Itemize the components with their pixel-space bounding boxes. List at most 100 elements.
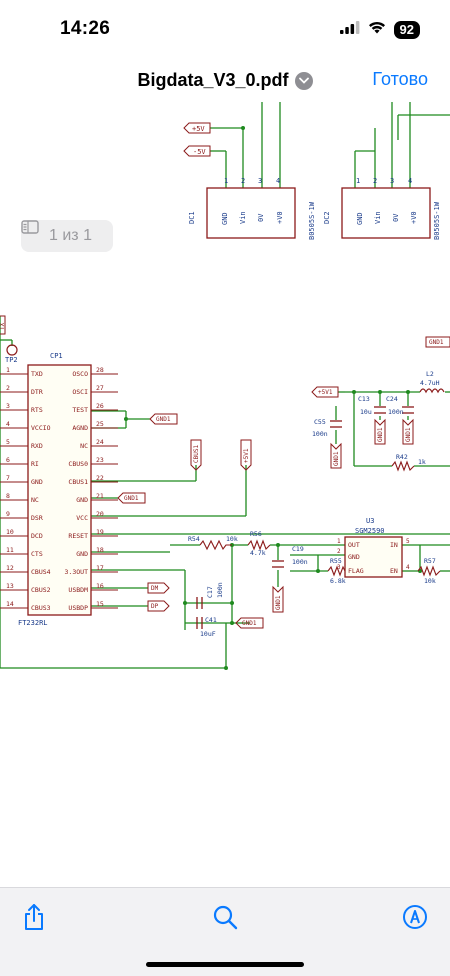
cp1-pin-number: 4	[6, 420, 10, 428]
cp1-pin-number: 16	[96, 582, 104, 590]
svg-text:FT232RL: FT232RL	[18, 619, 48, 627]
cp1-pin-name: VCCIO	[31, 424, 51, 432]
svg-text:DM: DM	[151, 585, 159, 592]
power-label-plus5v: +5V	[192, 125, 205, 133]
share-button[interactable]	[19, 903, 49, 936]
svg-text:C55: C55	[314, 418, 326, 426]
cp1-pin-number: 9	[6, 510, 10, 518]
svg-text:GND1: GND1	[275, 595, 282, 610]
svg-text:GND: GND	[348, 553, 360, 561]
svg-text:4: 4	[406, 564, 410, 571]
svg-text:10k: 10k	[226, 535, 238, 543]
svg-text:GND1: GND1	[156, 416, 171, 423]
share-icon	[22, 903, 46, 936]
svg-text:4: 4	[408, 177, 412, 185]
cp1-pin-number: 21	[96, 492, 104, 500]
svg-text:Vin: Vin	[239, 211, 247, 224]
cp1-pin-number: 8	[6, 492, 10, 500]
search-button[interactable]	[210, 904, 240, 934]
cp1-pin-name: OSCO	[72, 370, 88, 378]
svg-text:OUT: OUT	[348, 541, 360, 549]
svg-text:R54: R54	[188, 535, 200, 543]
cp1-pin-name: CBUS4	[31, 568, 51, 576]
resistor-symbols	[199, 460, 441, 577]
svg-text:DP: DP	[151, 603, 159, 610]
cp1-pin-name: CBUS1	[68, 478, 88, 486]
cp1-pin-number: 12	[6, 564, 14, 572]
markup-button[interactable]	[400, 904, 430, 934]
cp1-pin-number: 3	[6, 402, 10, 410]
svg-text:CBUS1: CBUS1	[193, 445, 200, 463]
svg-text:+5V1: +5V1	[243, 448, 250, 463]
svg-text:R57: R57	[424, 557, 436, 565]
cp1-pin-number: 19	[96, 528, 104, 536]
home-indicator[interactable]	[146, 962, 304, 967]
pdf-page-viewport[interactable]: DC1 B0505S-1W DC2 B0505S-1W GND Vin 0V +…	[0, 102, 450, 887]
svg-text:C13: C13	[358, 395, 370, 403]
cp1-pin-name: AGND	[72, 424, 88, 432]
cp1-pin-name: CBUS0	[68, 460, 88, 468]
cp1-pin-name: RI	[31, 460, 39, 468]
document-title-menu[interactable]: Bigdata_V3_0.pdf	[137, 70, 313, 91]
cp1-pin-name: CBUS2	[31, 586, 51, 594]
cp1-pin-name: OSCI	[72, 388, 88, 396]
page-counter[interactable]: 1 из 1	[21, 220, 113, 252]
chevron-down-icon[interactable]	[294, 71, 313, 90]
svg-text:GND1: GND1	[405, 427, 412, 442]
svg-text:100n: 100n	[292, 558, 308, 566]
svg-text:+5V1: +5V1	[318, 389, 333, 396]
cp1-pin-name: DCD	[31, 532, 43, 540]
cp1-pin-number: 10	[6, 528, 14, 536]
svg-text:10u: 10u	[360, 408, 372, 416]
cp1-pin-name: USBDP	[68, 604, 88, 612]
status-icons: 92	[339, 21, 420, 39]
cp1-pin-number: 20	[96, 510, 104, 518]
svg-text:4: 4	[276, 177, 280, 185]
cp1-pin-name: CBUS3	[31, 604, 51, 612]
svg-text:5: 5	[406, 538, 410, 545]
cp1-pin-number: 1	[6, 366, 10, 374]
search-icon	[212, 904, 238, 935]
svg-text:+V0: +V0	[276, 211, 284, 224]
svg-text:1: 1	[356, 177, 360, 185]
dc2-part: B0505S-1W	[433, 201, 441, 240]
svg-text:2: 2	[337, 548, 341, 555]
cp1-pin-number: 18	[96, 546, 104, 554]
svg-text:SGM2590: SGM2590	[355, 527, 385, 535]
ic-u3: U3 SGM2590 OUT GND FLAG 1 2 3 IN EN 5 4	[337, 517, 410, 578]
cp1-pin-number: 23	[96, 456, 104, 464]
svg-text:GND1: GND1	[124, 495, 139, 502]
cp1-pin-name: GND	[76, 496, 88, 504]
cp1-pin-name: CTS	[31, 550, 43, 558]
svg-text:2: 2	[373, 177, 377, 185]
cp1-pin-name: GND	[76, 550, 88, 558]
cp1-pin-name: NC	[80, 442, 88, 450]
cp1-pin-name: RTS	[31, 406, 43, 414]
cp1-pin-name: VCC	[76, 514, 88, 522]
dc1-part: B0505S-1W	[308, 201, 316, 240]
svg-text:10k: 10k	[424, 577, 436, 585]
svg-text:FLAG: FLAG	[348, 567, 364, 575]
cp1-pin-number: 17	[96, 564, 104, 572]
svg-text:R55: R55	[330, 557, 342, 565]
done-button[interactable]: Готово	[372, 69, 428, 90]
cp1-pin-number: 6	[6, 456, 10, 464]
svg-text:3: 3	[390, 177, 394, 185]
cp1-pin-number: 28	[96, 366, 104, 374]
svg-text:CP1: CP1	[50, 352, 63, 360]
net-label-outlines	[117, 336, 450, 629]
dc2-ref: DC2	[323, 211, 331, 224]
cp1-pin-name: TEST	[72, 406, 88, 414]
svg-text:2: 2	[241, 177, 245, 185]
svg-text:1k: 1k	[418, 458, 426, 466]
markup-icon	[402, 904, 428, 935]
cp1-pin-name: DSR	[31, 514, 43, 522]
svg-text:C19: C19	[292, 545, 304, 553]
svg-text:GND1: GND1	[242, 620, 257, 627]
svg-text:0V: 0V	[392, 213, 400, 222]
battery-indicator: 92	[393, 21, 420, 39]
cp1-pin-name: TXD	[31, 370, 43, 378]
svg-text:TP2: TP2	[5, 356, 18, 364]
svg-text:GND: GND	[221, 212, 229, 225]
svg-text:C24: C24	[386, 395, 398, 403]
